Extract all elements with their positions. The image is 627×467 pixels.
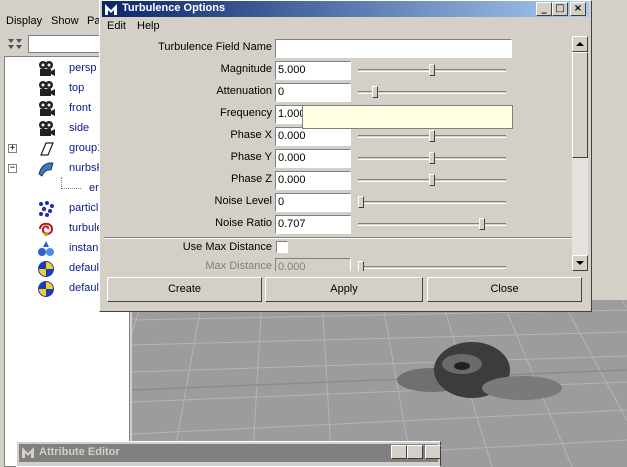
camera-icon bbox=[37, 120, 55, 138]
create-button[interactable]: Create bbox=[107, 277, 262, 302]
field-label: Max Distance bbox=[205, 260, 272, 271]
noise-level-slider[interactable] bbox=[358, 196, 506, 208]
options-panel: Turbulence Field Name Magnitude 5.000 At… bbox=[102, 36, 572, 271]
noise-ratio-input[interactable]: 0.707 bbox=[275, 215, 351, 234]
use-max-distance-checkbox[interactable] bbox=[276, 241, 288, 253]
noise-level-input[interactable]: 0 bbox=[275, 193, 351, 212]
menu-edit[interactable]: Edit bbox=[107, 20, 126, 32]
phase-x-input[interactable]: 0.000 bbox=[275, 127, 351, 146]
row-attenuation: Attenuation 0 bbox=[102, 81, 572, 103]
collapse-icon[interactable]: − bbox=[8, 164, 17, 173]
camera-icon bbox=[37, 60, 55, 78]
maya-logo-icon bbox=[104, 2, 118, 16]
minimize-button[interactable]: _ bbox=[391, 445, 407, 459]
attribute-editor-title: Attribute Editor bbox=[39, 446, 120, 458]
row-phase-z: Phase Z 0.000 bbox=[102, 169, 572, 191]
outliner-item-label: top bbox=[69, 82, 85, 94]
outliner-menu-show[interactable]: Show bbox=[51, 15, 79, 27]
field-label: Magnitude bbox=[220, 63, 272, 75]
field-label: Phase Y bbox=[230, 151, 272, 163]
phase-y-input[interactable]: 0.000 bbox=[275, 149, 351, 168]
phase-z-input[interactable]: 0.000 bbox=[275, 171, 351, 190]
slider-handle[interactable] bbox=[429, 64, 435, 76]
outliner-item-label: defaul bbox=[69, 282, 99, 294]
max-distance-slider bbox=[358, 261, 506, 271]
slider-handle[interactable] bbox=[372, 86, 379, 98]
slider-handle bbox=[358, 261, 364, 271]
field-label: Turbulence Field Name bbox=[158, 41, 272, 53]
slider-handle[interactable] bbox=[429, 152, 435, 164]
slider-handle[interactable] bbox=[429, 130, 435, 142]
row-magnitude: Magnitude 5.000 bbox=[102, 59, 572, 81]
magnitude-input[interactable]: 5.000 bbox=[275, 61, 351, 80]
turbulence-options-dialog: Turbulence Options _ □ × Edit Help Turbu… bbox=[99, 0, 592, 312]
instancer-icon bbox=[37, 240, 55, 258]
slider-handle[interactable] bbox=[429, 174, 435, 186]
close-window-button[interactable]: × bbox=[570, 2, 586, 16]
dialog-titlebar[interactable]: Turbulence Options _ □ × bbox=[102, 1, 589, 17]
maximize-button[interactable]: □ bbox=[552, 2, 568, 16]
apply-button[interactable]: Apply bbox=[265, 277, 423, 302]
field-label: Frequency bbox=[220, 107, 272, 119]
outliner-item-label: side bbox=[69, 122, 90, 134]
close-button[interactable]: Close bbox=[427, 277, 582, 302]
field-label: Noise Ratio bbox=[215, 217, 272, 229]
turbulence-icon bbox=[37, 220, 55, 238]
field-label: Noise Level bbox=[214, 195, 272, 207]
tooltip-popup bbox=[302, 105, 513, 129]
row-noise-level: Noise Level 0 bbox=[102, 191, 572, 213]
phase-y-slider[interactable] bbox=[358, 152, 506, 164]
outliner-item-label: turbule bbox=[69, 222, 103, 234]
dialog-menubar: Edit Help bbox=[102, 18, 589, 36]
tree-line bbox=[61, 188, 81, 189]
field-label: Phase X bbox=[230, 129, 272, 141]
minimize-button[interactable]: _ bbox=[536, 2, 552, 16]
slider-handle[interactable] bbox=[478, 218, 485, 230]
scrollbar-thumb[interactable] bbox=[572, 52, 588, 158]
row-noise-ratio: Noise Ratio 0.707 bbox=[102, 213, 572, 235]
maya-logo-icon bbox=[21, 445, 35, 459]
scroll-up-button[interactable] bbox=[572, 36, 588, 52]
checkbox-label: Use Max Distance bbox=[182, 241, 272, 253]
slider-handle[interactable] bbox=[358, 196, 364, 208]
close-window-button[interactable]: × bbox=[425, 445, 441, 459]
vertical-scrollbar[interactable] bbox=[572, 36, 588, 271]
camera-icon bbox=[37, 80, 55, 98]
dialog-title: Turbulence Options bbox=[122, 2, 226, 14]
scroll-down-button[interactable] bbox=[572, 255, 588, 271]
object-set-icon bbox=[37, 280, 55, 298]
menu-help[interactable]: Help bbox=[137, 20, 160, 32]
attribute-editor-window: Attribute Editor _ □ × bbox=[16, 441, 441, 467]
camera-icon bbox=[37, 100, 55, 118]
group-icon bbox=[37, 140, 55, 158]
dialog-button-bar: Create Apply Close bbox=[102, 275, 589, 309]
outliner-item-label: er bbox=[89, 182, 99, 194]
particle-icon bbox=[37, 200, 55, 218]
light-set-icon bbox=[37, 260, 55, 278]
maximize-button[interactable]: □ bbox=[407, 445, 423, 459]
attenuation-slider[interactable] bbox=[358, 86, 506, 98]
max-distance-input: 0.000 bbox=[275, 258, 351, 271]
expand-icon[interactable]: + bbox=[8, 144, 17, 153]
outliner-menu-display[interactable]: Display bbox=[6, 15, 42, 27]
turbulence-field-name-input[interactable] bbox=[275, 39, 512, 58]
outliner-item-label: particl bbox=[69, 202, 99, 214]
outliner-item-label: defaul bbox=[69, 262, 99, 274]
phase-z-slider[interactable] bbox=[358, 174, 506, 186]
filter-arrows-icon[interactable] bbox=[6, 36, 24, 52]
magnitude-slider[interactable] bbox=[358, 64, 506, 76]
nurbs-icon bbox=[37, 160, 55, 178]
row-phase-y: Phase Y 0.000 bbox=[102, 147, 572, 169]
field-label: Phase Z bbox=[231, 173, 272, 185]
attribute-editor-titlebar[interactable]: Attribute Editor _ □ × bbox=[19, 444, 441, 462]
noise-ratio-slider[interactable] bbox=[358, 218, 506, 230]
field-label: Attenuation bbox=[216, 85, 272, 97]
outliner-item-label: front bbox=[69, 102, 92, 114]
row-max-distance: Max Distance 0.000 bbox=[102, 256, 572, 271]
phase-x-slider[interactable] bbox=[358, 130, 506, 142]
outliner-item-label: persp bbox=[69, 62, 97, 74]
row-turbulence-field-name: Turbulence Field Name bbox=[102, 37, 572, 59]
attenuation-input[interactable]: 0 bbox=[275, 83, 351, 102]
